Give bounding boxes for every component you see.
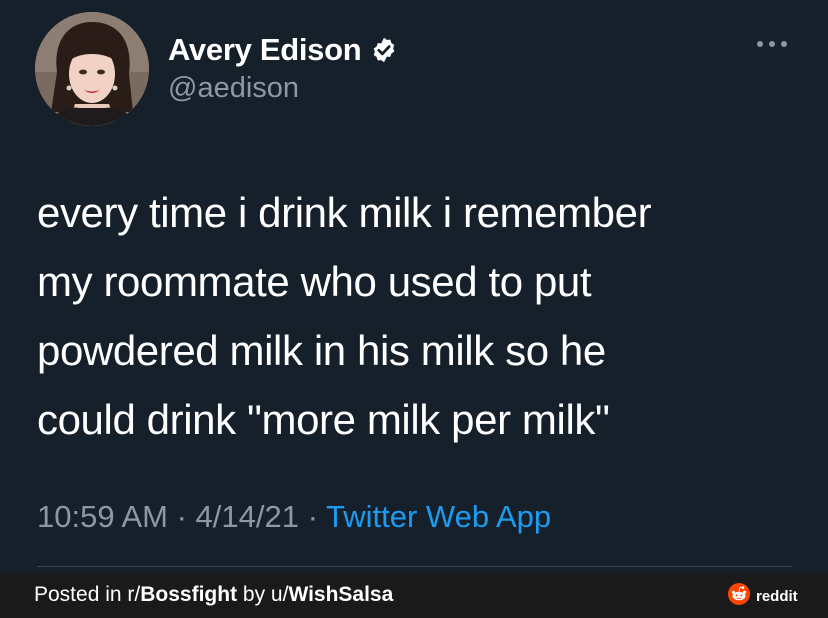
meta-separator: · <box>298 499 326 534</box>
handle[interactable]: @aedison <box>168 72 299 105</box>
post-attribution: Posted in r/Bossfight by u/WishSalsa <box>34 583 393 607</box>
reddit-brand[interactable]: reddit <box>728 583 798 610</box>
reddit-footer: Posted in r/Bossfight by u/WishSalsa red… <box>0 572 828 618</box>
author-row: Avery Edison <box>168 30 398 70</box>
tweet-text-line: every time i drink milk i remember <box>37 189 652 236</box>
tweet-text-line: could drink "more milk per milk" <box>37 396 610 443</box>
posted-in-label: Posted in r/ <box>34 583 141 606</box>
tweet-source[interactable]: Twitter Web App <box>326 499 551 534</box>
by-label: by u/ <box>237 583 289 606</box>
tweet-text-line: my roommate who used to put <box>37 258 592 305</box>
meta-separator: · <box>167 499 196 534</box>
avatar-portrait <box>35 12 149 126</box>
divider <box>37 566 792 567</box>
reddit-snoo-icon <box>728 583 750 610</box>
tweet-date[interactable]: 4/14/21 <box>196 499 299 534</box>
subreddit-link[interactable]: Bossfight <box>140 583 237 606</box>
display-name[interactable]: Avery Edison <box>168 32 362 68</box>
tweet-text-line: powdered milk in his milk so he <box>37 327 606 374</box>
verified-badge-icon <box>370 36 398 64</box>
tweet-time[interactable]: 10:59 AM <box>37 499 168 534</box>
avatar[interactable] <box>35 12 149 126</box>
ellipsis-icon[interactable] <box>754 34 790 54</box>
tweet-meta: 10:59 AM · 4/14/21 · Twitter Web App <box>37 499 551 535</box>
tweet-card: Avery Edison @aedison every time i drink… <box>0 0 828 572</box>
reddit-wordmark: reddit <box>756 588 798 605</box>
user-link[interactable]: WishSalsa <box>288 583 393 606</box>
tweet-text: every time i drink milk i remember my ro… <box>37 178 797 454</box>
